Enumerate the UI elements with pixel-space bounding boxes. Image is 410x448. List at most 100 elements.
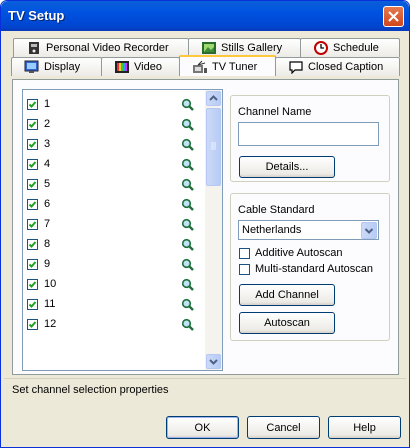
details-button[interactable]: Details... [239, 156, 335, 178]
tab-personal-video-recorder[interactable]: Personal Video Recorder [13, 38, 189, 57]
channel-checkbox[interactable] [27, 99, 38, 110]
checkmark-icon [28, 101, 37, 108]
channel-checkbox[interactable] [27, 159, 38, 170]
tab-schedule[interactable]: Schedule [300, 38, 400, 57]
checkmark-icon [28, 301, 37, 308]
dialog-client: Personal Video Recorder Stills Gallery S… [4, 31, 406, 444]
magnifier-icon[interactable] [181, 278, 195, 295]
tab-label: Video [134, 61, 162, 73]
channel-name-group: Channel Name Details... [230, 95, 390, 182]
close-icon [388, 11, 399, 22]
chevron-down-icon [364, 228, 374, 234]
channel-checkbox[interactable] [27, 119, 38, 130]
additive-autoscan-box[interactable] [239, 248, 250, 259]
channel-checkbox[interactable] [27, 319, 38, 330]
chevron-down-icon [209, 359, 218, 365]
checkmark-icon [28, 201, 37, 208]
channel-row[interactable]: 2 [23, 115, 203, 135]
channel-name-input[interactable] [238, 122, 379, 146]
channel-checkbox[interactable] [27, 299, 38, 310]
cable-standard-group: Cable Standard Netherlands Additive Auto… [230, 193, 390, 341]
channel-number: 10 [44, 278, 57, 290]
dropdown-button[interactable] [361, 222, 377, 239]
channel-row[interactable]: 5 [23, 175, 203, 195]
channel-row[interactable]: 3 [23, 135, 203, 155]
cable-standard-select[interactable]: Netherlands [238, 220, 379, 240]
multistandard-autoscan-label: Multi-standard Autoscan [255, 263, 374, 275]
channel-checkbox[interactable] [27, 259, 38, 270]
help-button[interactable]: Help [328, 416, 401, 439]
channel-name-label-text: Channel Name [238, 106, 312, 118]
channel-checkbox[interactable] [27, 239, 38, 250]
channel-list-scrollbar[interactable] [205, 90, 222, 370]
channel-row[interactable]: 1 [23, 95, 203, 115]
tab-display[interactable]: Display [11, 57, 102, 76]
channel-row[interactable]: 8 [23, 235, 203, 255]
channel-checkbox[interactable] [27, 219, 38, 230]
tv-tuner-icon [192, 60, 208, 74]
channel-number: 12 [44, 318, 57, 330]
magnifier-icon[interactable] [181, 98, 195, 115]
channel-row[interactable]: 11 [23, 295, 203, 315]
tab-label: Display [44, 61, 81, 73]
channel-name-label: Channel Name [238, 106, 311, 118]
scroll-down-button[interactable] [206, 354, 221, 369]
closed-caption-icon [288, 60, 304, 74]
channel-list[interactable]: 1 2 3 4 5 6 7 8 9 10 11 12 [22, 89, 223, 371]
magnifier-icon[interactable] [181, 238, 195, 255]
scroll-thumb[interactable] [206, 108, 221, 186]
cancel-label: Cancel [266, 421, 301, 434]
multistandard-autoscan-box[interactable] [239, 264, 250, 275]
channel-number: 7 [44, 218, 51, 230]
tv-setup-window: TV Setup Personal Video Recorder Stills … [0, 0, 410, 448]
title-bar[interactable]: TV Setup [1, 1, 409, 31]
tab-label: Personal Video Recorder [46, 42, 169, 54]
channel-checkbox[interactable] [27, 179, 38, 190]
tab-tv-tuner[interactable]: TV Tuner [179, 55, 276, 76]
magnifier-icon[interactable] [181, 318, 195, 335]
channel-checkbox[interactable] [27, 139, 38, 150]
add-channel-button[interactable]: Add Channel [239, 284, 335, 306]
channel-row[interactable]: 7 [23, 215, 203, 235]
channel-row[interactable]: 10 [23, 275, 203, 295]
autoscan-button[interactable]: Autoscan [239, 312, 335, 334]
channel-row[interactable]: 6 [23, 195, 203, 215]
channel-number: 2 [44, 118, 51, 130]
magnifier-icon[interactable] [181, 158, 195, 175]
magnifier-icon[interactable] [181, 138, 195, 155]
channel-number: 6 [44, 198, 51, 210]
tab-label: Schedule [333, 42, 379, 54]
channel-row[interactable]: 12 [23, 315, 203, 335]
tab-closed-caption[interactable]: Closed Caption [275, 57, 400, 76]
channel-number: 5 [44, 178, 51, 190]
magnifier-icon[interactable] [181, 198, 195, 215]
magnifier-icon[interactable] [181, 218, 195, 235]
cable-standard-value: Netherlands [242, 224, 302, 236]
autoscan-label: Autoscan [264, 317, 310, 329]
help-label: Help [353, 421, 376, 434]
window-title: TV Setup [8, 8, 65, 23]
channel-checkbox[interactable] [27, 279, 38, 290]
magnifier-icon[interactable] [181, 298, 195, 315]
channel-row[interactable]: 4 [23, 155, 203, 175]
schedule-icon [313, 41, 329, 55]
magnifier-icon[interactable] [181, 118, 195, 135]
pvr-icon [26, 41, 42, 55]
scroll-up-button[interactable] [206, 91, 221, 106]
cancel-button[interactable]: Cancel [247, 416, 320, 439]
checkmark-icon [28, 141, 37, 148]
channel-number: 1 [44, 98, 51, 110]
channel-row[interactable]: 9 [23, 255, 203, 275]
checkmark-icon [28, 161, 37, 168]
channel-number: 3 [44, 138, 51, 150]
ok-button[interactable]: OK [166, 416, 239, 439]
close-button[interactable] [383, 6, 404, 27]
channel-checkbox[interactable] [27, 199, 38, 210]
magnifier-icon[interactable] [181, 258, 195, 275]
checkmark-icon [28, 321, 37, 328]
stills-gallery-icon [201, 41, 217, 55]
ok-label: OK [194, 421, 211, 434]
tab-video[interactable]: Video [101, 57, 180, 76]
channel-number: 8 [44, 238, 51, 250]
magnifier-icon[interactable] [181, 178, 195, 195]
